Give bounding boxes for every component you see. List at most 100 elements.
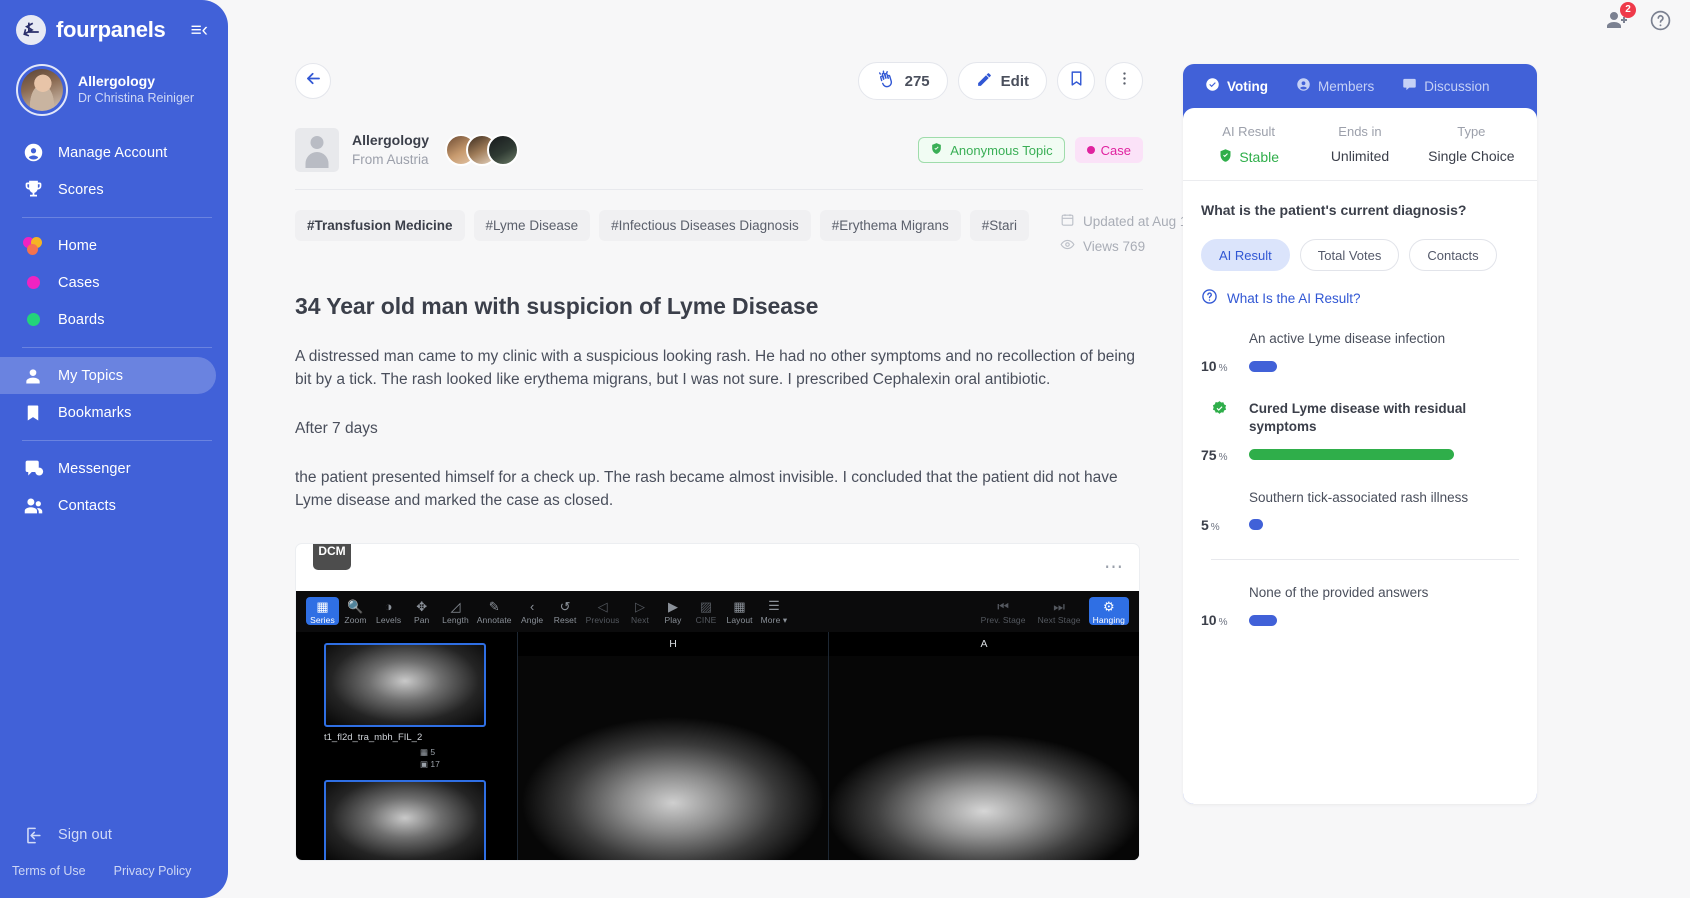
dicom-tool-previous[interactable]: ◁ Previous xyxy=(582,597,624,626)
dicom-tool-prev-stage[interactable]: ⏮ Prev. Stage xyxy=(977,597,1030,626)
tag-chip[interactable]: #Transfusion Medicine xyxy=(295,210,465,241)
privacy-policy-link[interactable]: Privacy Policy xyxy=(114,864,192,878)
tag-chip[interactable]: #Infectious Diseases Diagnosis xyxy=(599,210,811,241)
updated-at-text: Updated at Aug 19, 2021 xyxy=(1083,213,1183,229)
sign-out-button[interactable]: Sign out xyxy=(0,824,112,846)
dicom-tool-zoom[interactable]: 🔍 Zoom xyxy=(339,597,372,626)
dicom-image-pane-a[interactable]: A xyxy=(829,632,1139,860)
dicom-tool-annotate[interactable]: ✎ Annotate xyxy=(473,597,516,626)
poll-option[interactable]: Cured Lyme disease with residual symptom… xyxy=(1201,400,1519,462)
logout-icon xyxy=(22,824,44,846)
dicom-viewer[interactable]: ▦ Series 🔍 Zoom ◑ Levels ✥ Pan ◿ Length … xyxy=(296,590,1139,860)
dicom-tool-layout[interactable]: ▦ Layout xyxy=(723,597,757,626)
option-label: An active Lyme disease infection xyxy=(1249,331,1446,346)
sidebar-item-cases[interactable]: Cases xyxy=(0,264,216,301)
article-paragraph: A distressed man came to my clinic with … xyxy=(295,348,1136,388)
sidebar-item-contacts[interactable]: Contacts xyxy=(0,487,216,524)
brand-name: fourpanels xyxy=(56,17,166,42)
bookmark-icon xyxy=(22,402,44,424)
poll-option[interactable]: An active Lyme disease infection 10 % xyxy=(1201,330,1519,374)
dicom-tool-pan[interactable]: ✥ Pan xyxy=(405,597,438,626)
collapse-sidebar-icon[interactable]: ≡‹ xyxy=(191,21,208,40)
user-profile[interactable]: Allergology Dr Christina Reiniger xyxy=(0,52,228,132)
poll-option[interactable]: Southern tick-associated rash illness 5 … xyxy=(1201,489,1519,533)
trophy-icon xyxy=(22,179,44,201)
segment-total-votes[interactable]: Total Votes xyxy=(1299,239,1400,271)
clap-button[interactable]: 275 xyxy=(857,62,948,100)
option-label: None of the provided answers xyxy=(1249,584,1429,600)
verified-badge-icon xyxy=(1211,400,1228,417)
sidebar-item-label: My Topics xyxy=(58,367,124,384)
poll-option[interactable]: None of the provided answers 10 % xyxy=(1201,584,1519,628)
terms-of-use-link[interactable]: Terms of Use xyxy=(12,864,86,878)
layout-icon: ▦ xyxy=(733,598,746,614)
dicom-tool-angle[interactable]: ‹ Angle xyxy=(516,597,549,626)
back-button[interactable] xyxy=(295,63,331,99)
tag-chip[interactable]: #Erythema Migrans xyxy=(819,210,961,241)
tab-voting[interactable]: Voting xyxy=(1191,64,1282,108)
edit-button[interactable]: Edit xyxy=(957,62,1047,100)
author-row: Allergology From Austria Anonymous Topic… xyxy=(295,128,1143,172)
dicom-tool-play[interactable]: ▶ Play xyxy=(657,597,690,626)
shield-check-icon xyxy=(1218,148,1233,166)
dicom-tool-label: Annotate xyxy=(476,615,512,626)
tag-chip[interactable]: #Stari xyxy=(969,210,1030,241)
percent-unit: % xyxy=(1218,451,1228,463)
dicom-image-pane-h[interactable]: H xyxy=(518,631,829,860)
dicom-tool-label: More ▾ xyxy=(760,614,788,625)
arrow-left-icon xyxy=(304,69,323,93)
views-text: Views 769 xyxy=(1083,238,1146,254)
account-circle-icon xyxy=(22,142,44,164)
sidebar-item-messenger[interactable]: Messenger xyxy=(0,450,216,487)
dicom-tool-next-stage[interactable]: ⏭ Next Stage xyxy=(1034,597,1085,626)
ai-link-label: What Is the AI Result? xyxy=(1227,290,1361,306)
tab-discussion[interactable]: Discussion xyxy=(1388,64,1503,108)
stat-ends-in: Ends in Unlimited xyxy=(1304,124,1415,166)
dicom-tool-reset[interactable]: ↺ Reset xyxy=(549,597,582,626)
dicom-tool-series[interactable]: ▦ Series xyxy=(306,597,339,626)
dots-cluster-icon xyxy=(22,235,44,257)
help-circle-icon[interactable] xyxy=(1649,9,1672,36)
sidebar-item-my-topics[interactable]: My Topics xyxy=(0,357,216,394)
dicom-format-badge: DCM xyxy=(313,543,351,570)
member-avatars[interactable] xyxy=(445,134,520,166)
voting-stats: AI Result Stable Ends in Unlimited Type … xyxy=(1183,108,1537,180)
stat-value: Unlimited xyxy=(1330,148,1390,164)
dicom-tool-next[interactable]: ▷ Next xyxy=(624,597,657,626)
dicom-tool-hanging[interactable]: ⚙ Hanging xyxy=(1088,597,1129,626)
more-horizontal-icon[interactable]: ⋯ xyxy=(1104,558,1123,577)
segment-contacts[interactable]: Contacts xyxy=(1409,239,1497,271)
sidebar-item-boards[interactable]: Boards xyxy=(0,301,216,338)
dicom-series-label: t1_fl2d_tra_mbh_FIL_2 xyxy=(324,731,423,743)
dicom-series-thumbnail[interactable] xyxy=(324,642,486,727)
sidebar-item-bookmarks[interactable]: Bookmarks xyxy=(0,394,216,431)
tag-chip[interactable]: #Lyme Disease xyxy=(473,210,591,241)
dicom-tool-label: Reset xyxy=(553,615,577,626)
segment-ai-result[interactable]: AI Result xyxy=(1201,239,1290,271)
dicom-series-thumbnail[interactable] xyxy=(324,779,486,860)
bookmark-outline-icon xyxy=(1068,70,1085,92)
topic-action-row: 275 Edit xyxy=(295,60,1143,102)
film-icon: ▨ xyxy=(699,598,713,614)
pink-dot-icon xyxy=(1086,146,1095,154)
case-badge: Case xyxy=(1074,137,1143,163)
bookmark-button[interactable] xyxy=(1057,62,1095,100)
stat-label: Type xyxy=(1457,124,1486,139)
sidebar-item-scores[interactable]: Scores xyxy=(0,171,216,208)
dicom-tool-levels[interactable]: ◑ Levels xyxy=(372,597,405,626)
option-percent-value: 75 xyxy=(1201,446,1217,463)
what-is-ai-result-link[interactable]: What Is the AI Result? xyxy=(1183,271,1537,308)
contacts-add-icon[interactable]: 2 xyxy=(1605,2,1636,36)
dicom-series-pane[interactable]: t1_fl2d_tra_mbh_FIL_2 ▦ 5 ▣ 17 xyxy=(296,631,518,860)
sidebar-item-home[interactable]: Home xyxy=(0,227,216,264)
sidebar-item-manage-account[interactable]: Manage Account xyxy=(0,134,216,171)
tab-members[interactable]: Members xyxy=(1282,64,1388,108)
dicom-tool-length[interactable]: ◿ Length xyxy=(438,597,473,626)
dicom-tool-cine[interactable]: ▨ CINE xyxy=(690,597,723,626)
tab-label: Discussion xyxy=(1424,78,1490,94)
dicom-tool-label: Layout xyxy=(726,615,753,626)
dicom-tool-more[interactable]: ☰ More ▾ xyxy=(757,597,792,626)
stat-value-wrap: Stable xyxy=(1193,148,1304,166)
more-options-button[interactable] xyxy=(1105,62,1143,100)
sidebar-divider xyxy=(22,440,212,441)
